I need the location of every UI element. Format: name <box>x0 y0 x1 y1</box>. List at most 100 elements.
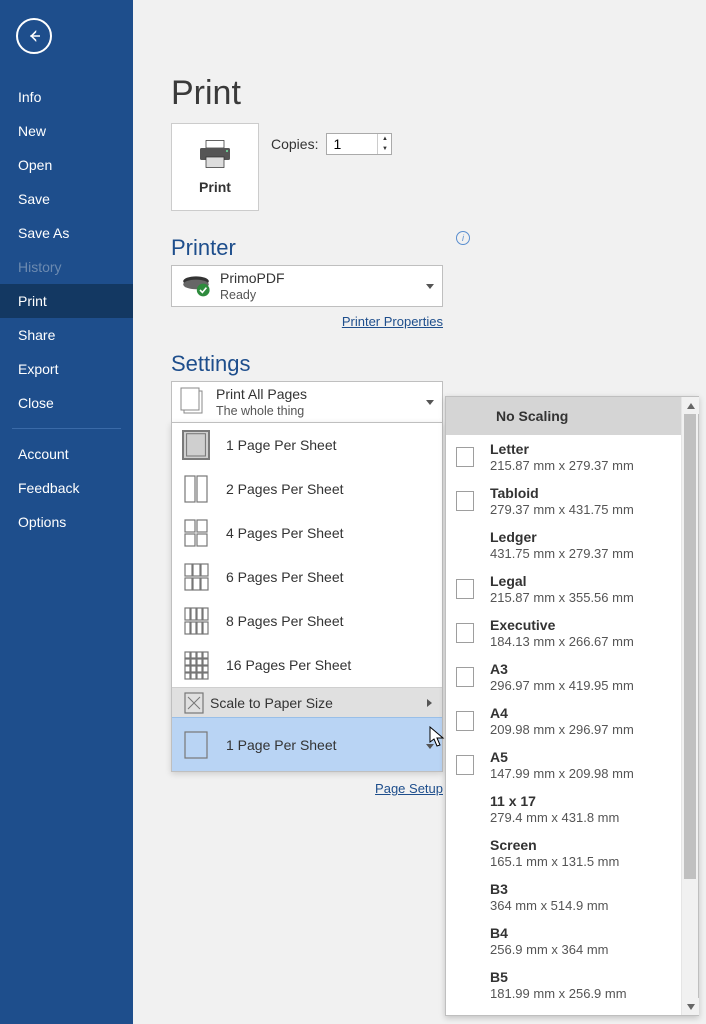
sheet-layout-icon <box>182 562 210 592</box>
paper-size-option[interactable]: 11 x 17279.4 mm x 431.8 mm <box>446 787 681 831</box>
back-button[interactable] <box>16 18 52 54</box>
paper-size-name: Tabloid <box>490 485 634 501</box>
pages-per-sheet-option[interactable]: 16 Pages Per Sheet <box>172 643 442 687</box>
pages-per-sheet-label: 8 Pages Per Sheet <box>226 613 344 629</box>
print-pages-dropdown[interactable]: Print All Pages The whole thing <box>171 381 443 423</box>
printer-info-icon[interactable]: i <box>456 231 470 245</box>
copies-input[interactable] <box>327 134 377 154</box>
paper-size-dimensions: 209.98 mm x 296.97 mm <box>490 722 634 737</box>
paper-size-name: A4 <box>490 705 634 721</box>
paper-size-dimensions: 215.87 mm x 355.56 mm <box>490 590 634 605</box>
pages-per-sheet-label: 2 Pages Per Sheet <box>226 481 344 497</box>
scrollbar-thumb[interactable] <box>684 414 696 879</box>
copies-down-button[interactable]: ▼ <box>378 144 391 154</box>
chevron-down-icon <box>426 284 434 289</box>
paper-size-name: B4 <box>490 925 609 941</box>
paper-size-name: B3 <box>490 881 609 897</box>
paper-size-option[interactable]: B5181.99 mm x 256.9 mm <box>446 963 681 1007</box>
paper-size-checkbox[interactable] <box>456 755 474 775</box>
sheet-layout-icon <box>182 474 210 504</box>
nav-options[interactable]: Options <box>0 505 133 539</box>
paper-size-dimensions: 364 mm x 514.9 mm <box>490 898 609 913</box>
paper-size-option[interactable]: B4256.9 mm x 364 mm <box>446 919 681 963</box>
paper-size-checkbox[interactable] <box>456 711 474 731</box>
scale-to-paper-size-item[interactable]: Scale to Paper Size <box>172 687 442 717</box>
page-title: Print <box>171 74 706 113</box>
print-pages-line2: The whole thing <box>216 404 426 418</box>
copies-label: Copies: <box>271 136 318 152</box>
pages-per-sheet-option[interactable]: 8 Pages Per Sheet <box>172 599 442 643</box>
pages-per-sheet-menu: 1 Page Per Sheet 2 Pages Per Sheet 4 Pages… <box>171 422 443 772</box>
pages-per-sheet-label: 4 Pages Per Sheet <box>226 525 344 541</box>
printer-properties-link[interactable]: Printer Properties <box>342 314 443 329</box>
nav-share[interactable]: Share <box>0 318 133 352</box>
paper-size-name: Ledger <box>490 529 634 545</box>
paper-size-dimensions: 147.99 mm x 209.98 mm <box>490 766 634 781</box>
printer-name: PrimoPDF <box>220 270 426 286</box>
nav-open[interactable]: Open <box>0 148 133 182</box>
paper-size-option[interactable]: Legal215.87 mm x 355.56 mm <box>446 567 681 611</box>
paper-size-option[interactable]: A3296.97 mm x 419.95 mm <box>446 655 681 699</box>
pages-per-sheet-label: 16 Pages Per Sheet <box>226 657 351 673</box>
paper-size-option[interactable]: Screen165.1 mm x 131.5 mm <box>446 831 681 875</box>
paper-size-dimensions: 256.9 mm x 364 mm <box>490 942 609 957</box>
nav-history[interactable]: History <box>0 250 133 284</box>
paper-size-option[interactable]: Letter215.87 mm x 279.37 mm <box>446 435 681 479</box>
paper-size-name: A3 <box>490 661 634 677</box>
chevron-down-icon <box>687 1004 695 1010</box>
current-pages-per-sheet-item[interactable]: 1 Page Per Sheet <box>172 717 442 771</box>
printer-status-icon <box>180 270 212 302</box>
printer-selector-dropdown[interactable]: PrimoPDF Ready <box>171 265 443 307</box>
sheet-layout-icon <box>182 606 210 636</box>
flyout-scrollbar[interactable] <box>681 397 698 1015</box>
nav-save[interactable]: Save <box>0 182 133 216</box>
pages-per-sheet-option[interactable]: 6 Pages Per Sheet <box>172 555 442 599</box>
pages-per-sheet-option[interactable]: 1 Page Per Sheet <box>172 423 442 467</box>
pages-per-sheet-option[interactable]: 4 Pages Per Sheet <box>172 511 442 555</box>
chevron-down-icon <box>426 400 434 405</box>
page-setup-link[interactable]: Page Setup <box>375 781 443 796</box>
paper-size-name: Legal <box>490 573 634 589</box>
paper-size-dimensions: 279.37 mm x 431.75 mm <box>490 502 634 517</box>
nav-print[interactable]: Print <box>0 284 133 318</box>
paper-size-name: Screen <box>490 837 619 853</box>
nav-account[interactable]: Account <box>0 437 133 471</box>
no-scaling-item[interactable]: No Scaling <box>446 397 681 435</box>
pages-icon <box>180 387 208 417</box>
copies-up-button[interactable]: ▲ <box>378 134 391 144</box>
sheet-layout-icon <box>182 518 210 548</box>
paper-size-checkbox[interactable] <box>456 491 474 511</box>
pages-per-sheet-option[interactable]: 2 Pages Per Sheet <box>172 467 442 511</box>
paper-size-dimensions: 296.97 mm x 419.95 mm <box>490 678 634 693</box>
paper-size-dimensions: 431.75 mm x 279.37 mm <box>490 546 634 561</box>
paper-size-option[interactable]: A5147.99 mm x 209.98 mm <box>446 743 681 787</box>
paper-size-option[interactable]: A4209.98 mm x 296.97 mm <box>446 699 681 743</box>
copies-spinner[interactable]: ▲ ▼ <box>326 133 392 155</box>
scroll-up-button[interactable] <box>682 397 699 414</box>
nav-new[interactable]: New <box>0 114 133 148</box>
paper-size-checkbox[interactable] <box>456 579 474 599</box>
nav-saveas[interactable]: Save As <box>0 216 133 250</box>
paper-size-option[interactable]: Executive184.13 mm x 266.67 mm <box>446 611 681 655</box>
paper-size-option[interactable]: Tabloid279.37 mm x 431.75 mm <box>446 479 681 523</box>
settings-section-title: Settings <box>171 351 706 377</box>
nav-separator <box>12 428 121 429</box>
paper-size-checkbox[interactable] <box>456 623 474 643</box>
paper-size-name: A5 <box>490 749 634 765</box>
backstage-nav: Info New Open Save Save As History Print… <box>0 80 133 539</box>
print-button[interactable]: Print <box>171 123 259 211</box>
paper-size-checkbox[interactable] <box>456 667 474 687</box>
nav-info[interactable]: Info <box>0 80 133 114</box>
nav-feedback[interactable]: Feedback <box>0 471 133 505</box>
paper-size-option[interactable]: Ledger431.75 mm x 279.37 mm <box>446 523 681 567</box>
printer-section-title: Printer <box>171 235 706 261</box>
paper-size-option[interactable]: B3364 mm x 514.9 mm <box>446 875 681 919</box>
print-pages-line1: Print All Pages <box>216 386 426 402</box>
nav-export[interactable]: Export <box>0 352 133 386</box>
paper-size-dimensions: 181.99 mm x 256.9 mm <box>490 986 627 1001</box>
print-button-label: Print <box>199 179 231 195</box>
paper-size-checkbox[interactable] <box>456 447 474 467</box>
scroll-down-button[interactable] <box>682 998 699 1015</box>
scale-icon <box>184 692 204 714</box>
nav-close[interactable]: Close <box>0 386 133 420</box>
